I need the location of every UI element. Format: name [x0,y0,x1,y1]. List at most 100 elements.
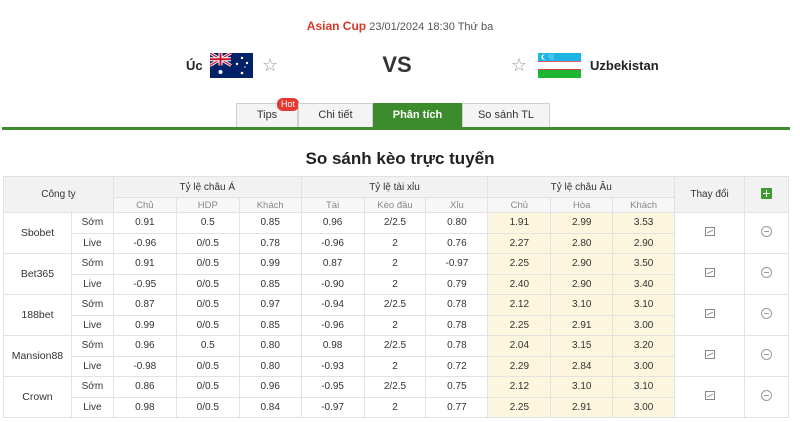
remove-minus-icon[interactable] [760,308,772,319]
asian-odds-cell: 0.87 [112,294,177,316]
home-team-name[interactable]: Úc [186,58,203,73]
line-chart-icon[interactable] [704,350,715,359]
total-odds-cell: 2 [363,232,427,254]
asian-odds-cell: 0/0.5 [175,376,240,398]
uzbekistan-flag-icon [538,53,581,78]
euro-odds-cell: 2.04 [487,335,552,357]
asian-odds-cell: 0.80 [238,355,302,377]
add-plus-icon[interactable] [760,187,772,199]
tab-compare-label: So sánh TL [477,109,535,121]
odds-type-tag: Sớm [70,253,114,275]
total-odds-cell: 2 [363,396,427,418]
change-chart-cell[interactable] [674,253,745,295]
odds-type-tag: Sớm [70,335,114,357]
teams-row: Úc ☆ VS ☆ Uzbekistan [0,52,800,82]
remove-minus-icon[interactable] [760,267,772,278]
remove-cell[interactable] [743,376,790,418]
asian-odds-cell: 0.78 [238,232,302,254]
asian-odds-cell: 0/0.5 [175,355,240,377]
favorite-away-star-icon[interactable]: ☆ [511,55,527,76]
asian-odds-cell: 0/0.5 [175,294,240,316]
subheader: HDP [175,197,240,213]
table-row: Bet365 Sớm 0.91 0/0.5 0.99 0.87 2 -0.97 2.25 2.90… [3,253,790,295]
table-row: Live 0.98 0/0.5 0.84 -0.97 2 0.77 2.25 2.91 3.00 [4,396,789,418]
total-odds-cell: -0.90 [300,273,365,295]
asian-odds-cell: 0.80 [238,335,302,357]
remove-cell[interactable] [743,212,790,254]
league-name[interactable]: Asian Cup [307,19,366,33]
match-info: Asian Cup 23/01/2024 18:30 Thứ ba [0,19,800,33]
euro-odds-cell: 2.27 [487,232,552,254]
odds-comparison-table: Công ty Tỷ lệ châu Á Tỷ lệ tài xỉu Tỷ lệ… [3,176,790,418]
line-chart-icon[interactable] [704,309,715,318]
tab-analysis[interactable]: Phân tích [373,103,462,127]
header-company: Công ty [3,176,114,213]
remove-minus-icon[interactable] [760,226,772,237]
asian-odds-cell: 0.86 [112,376,177,398]
remove-minus-icon[interactable] [760,390,772,401]
remove-cell[interactable] [743,335,790,377]
subheader: Xỉu [425,197,489,213]
euro-odds-cell: 2.12 [487,294,552,316]
total-odds-cell: 0.72 [425,355,489,377]
total-odds-cell: -0.97 [300,396,365,418]
asian-odds-cell: 0.91 [112,253,177,275]
section-title: So sánh kèo trực tuyến [305,149,495,168]
tab-tips[interactable]: Tips Hot [236,98,299,127]
euro-odds-cell: 2.25 [487,314,552,336]
euro-odds-cell: 2.25 [487,396,552,418]
bookmaker-name[interactable]: Sbobet [3,212,72,254]
euro-odds-cell: 2.84 [550,355,614,377]
line-chart-icon[interactable] [704,391,715,400]
tab-compare-odds[interactable]: So sánh TL [462,103,550,127]
euro-odds-cell: 2.80 [550,232,614,254]
total-odds-cell: 2/2.5 [363,294,427,316]
asian-odds-cell: 0.96 [112,335,177,357]
odds-table-body: Sbobet Sớm 0.91 0.5 0.85 0.96 2/2.5 0.80 1.91 2.9… [3,212,790,418]
euro-odds-cell: 2.91 [550,314,614,336]
away-team-name[interactable]: Uzbekistan [590,58,659,73]
subheader: Kèo đầu [363,197,427,213]
total-odds-cell: 0.77 [425,396,489,418]
bookmaker-name[interactable]: Crown [3,376,72,418]
euro-odds-cell: 2.12 [487,376,552,398]
favorite-home-star-icon[interactable]: ☆ [262,55,278,76]
remove-minus-icon[interactable] [760,349,772,360]
bookmaker-name[interactable]: 188bet [3,294,72,336]
asian-odds-cell: 0.5 [175,212,240,234]
header-change: Thay đổi [674,176,745,213]
asian-odds-cell: 0/0.5 [175,232,240,254]
table-row: Live 0.99 0/0.5 0.85 -0.96 2 0.78 2.25 2.91 3.00 [4,314,789,336]
total-odds-cell: -0.96 [300,232,365,254]
analysis-tabs: Tips Hot Chi tiết Phân tích So sánh TL [236,98,550,127]
euro-odds-cell: 3.53 [612,212,676,234]
asian-odds-cell: 0.91 [112,212,177,234]
table-row: Live -0.95 0/0.5 0.85 -0.90 2 0.79 2.40 2.90 3.40 [4,273,789,295]
add-bookmaker-cell[interactable] [743,176,790,213]
odds-type-tag: Sớm [70,294,114,316]
remove-cell[interactable] [743,253,790,295]
total-odds-cell: 2/2.5 [363,376,427,398]
bookmaker-name[interactable]: Mansion88 [3,335,72,377]
euro-odds-cell: 3.10 [612,294,676,316]
euro-odds-cell: 3.00 [612,355,676,377]
line-chart-icon[interactable] [704,268,715,277]
total-odds-cell: -0.95 [300,376,365,398]
table-row: Sbobet Sớm 0.91 0.5 0.85 0.96 2/2.5 0.80 1.91 2.9… [3,212,790,254]
bookmaker-name[interactable]: Bet365 [3,253,72,295]
euro-odds-cell: 1.91 [487,212,552,234]
odds-type-tag: Live [70,232,114,254]
change-chart-cell[interactable] [674,294,745,336]
header-asian: Tỷ lệ châu Á [112,176,302,198]
euro-odds-cell: 3.10 [550,376,614,398]
change-chart-cell[interactable] [674,376,745,418]
tab-details-label: Chi tiết [318,109,353,121]
euro-odds-cell: 2.91 [550,396,614,418]
change-chart-cell[interactable] [674,335,745,377]
odds-type-tag: Sớm [70,376,114,398]
tab-details[interactable]: Chi tiết [298,103,373,127]
remove-cell[interactable] [743,294,790,336]
line-chart-icon[interactable] [704,227,715,236]
total-odds-cell: 0.87 [300,253,365,275]
change-chart-cell[interactable] [674,212,745,254]
